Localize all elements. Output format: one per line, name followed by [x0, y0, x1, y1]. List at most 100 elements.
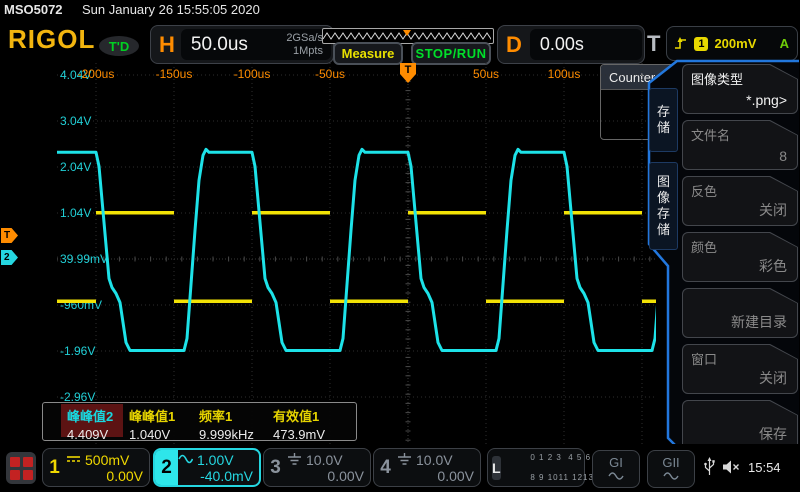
- usb-icon: [704, 457, 715, 477]
- measure-button[interactable]: Measure: [333, 42, 403, 65]
- sine-icon: [608, 469, 624, 482]
- menu-item[interactable]: 反色关闭: [682, 176, 798, 226]
- menu-item[interactable]: 新建目录: [682, 288, 798, 338]
- timebase-value: 50.0us: [181, 34, 286, 56]
- menu-item-value: 关闭: [759, 200, 787, 220]
- oscilloscope-screen: MSO5072 Sun January 26 15:55:05 2020 RIG…: [0, 0, 800, 492]
- menu-item[interactable]: 窗口关闭: [682, 344, 798, 394]
- logic-channels-box[interactable]: L 0 1 2 3 4 5 6 7 8 9 1011 12131415: [487, 448, 585, 487]
- menu-item-label: 文件名: [691, 125, 730, 144]
- measurement-value: 4.409V: [61, 425, 123, 442]
- zigzag-preview-icon: [323, 30, 491, 42]
- trigger-source-badge: 1: [694, 37, 708, 51]
- rigol-logo: RIGOL: [8, 24, 95, 55]
- measurement-cell[interactable]: 有效值1473.9mV: [267, 404, 353, 437]
- measurement-value: 1.040V: [123, 425, 193, 442]
- horizontal-block[interactable]: H 50.0us 2GSa/s 1Mpts: [150, 25, 334, 64]
- trigger-block[interactable]: T 1 200mV A: [645, 25, 798, 62]
- windows-grid-button[interactable]: [6, 452, 36, 484]
- measurement-value: 9.999kHz: [193, 425, 267, 442]
- triggered-badge: T'D: [99, 36, 139, 56]
- menu-item[interactable]: 文件名 8: [682, 120, 798, 170]
- menu-item-value: 8: [779, 148, 787, 164]
- h-label: H: [151, 32, 181, 58]
- menu-item-value: 新建目录: [731, 312, 787, 332]
- menu-item-value: 彩色: [759, 256, 787, 276]
- d-label: D: [498, 32, 530, 58]
- speaker-muted-icon: [723, 460, 740, 474]
- graticule: 4.04V3.04V2.04V1.04V39.99mV-960mV-1.96V-…: [57, 63, 656, 445]
- channel-number: 3: [264, 449, 287, 486]
- channel-scale: 500mV: [85, 452, 129, 468]
- channel-box-2[interactable]: 21.00V-40.0mV: [153, 448, 261, 487]
- channel-scale: 10.0V: [416, 452, 453, 468]
- channel-bar: L 0 1 2 3 4 5 6 7 8 9 1011 12131415 15:5…: [0, 444, 800, 492]
- t-label: T: [645, 31, 666, 57]
- measurement-value: 473.9mV: [267, 425, 353, 442]
- volt-label: 1.04V: [60, 206, 91, 220]
- coupling-ac-icon: [178, 452, 193, 468]
- time-label: 50us: [473, 67, 499, 81]
- menu-item[interactable]: 图像类型*.png>: [682, 64, 798, 114]
- time-label: 100us: [548, 67, 581, 81]
- sample-rate: 2GSa/s: [286, 32, 323, 44]
- measurement-label: 峰峰值1: [123, 406, 193, 425]
- measurement-popup: 峰峰值24.409V峰峰值11.040V频率19.999kHz有效值1473.9…: [42, 402, 357, 441]
- menu-item[interactable]: 保存: [682, 400, 798, 450]
- generator-label: GI: [609, 456, 623, 469]
- coupling-dc-icon: [66, 452, 81, 468]
- volt-label: -1.96V: [60, 344, 95, 358]
- trigger-level-marker[interactable]: T: [1, 228, 18, 243]
- channel-offset: 0.00V: [287, 468, 364, 484]
- volt-label: 39.99mV: [60, 252, 108, 266]
- channel-number: 2: [155, 450, 178, 485]
- memory-depth: 1Mpts: [293, 45, 323, 57]
- channel-box-3[interactable]: 3 10.0V0.00V: [263, 448, 371, 487]
- channel-scale: 10.0V: [306, 452, 343, 468]
- channel-offset: 0.00V: [66, 468, 143, 484]
- menu-tab-image-storage[interactable]: 图像存储: [649, 162, 678, 250]
- menu-item-label: 反色: [691, 181, 717, 200]
- channel-number: 1: [43, 449, 66, 486]
- channel-number: 4: [374, 449, 397, 486]
- channel-box-1[interactable]: 1 500mV0.00V: [42, 448, 150, 487]
- ch1-waveform: [57, 213, 656, 301]
- trigger-level: 200mV: [714, 36, 773, 51]
- generator-1-button[interactable]: GI: [592, 450, 640, 488]
- storage-menu-panel: 存储图像存储图像类型*.png>文件名8反色关闭颜色彩色新建目录窗口关闭保存: [640, 58, 800, 458]
- measurement-cell[interactable]: 峰峰值11.040V: [123, 404, 193, 437]
- delay-value: 0.00s: [530, 34, 584, 55]
- menu-item-label: 图像类型: [691, 69, 743, 88]
- rising-edge-icon: [673, 36, 688, 51]
- volt-label: 3.04V: [60, 114, 91, 128]
- measurement-cell[interactable]: 频率19.999kHz: [193, 404, 267, 437]
- time-label: -200us: [78, 67, 115, 81]
- measurement-label: 频率1: [193, 406, 267, 425]
- status-icons: 15:54: [704, 457, 781, 477]
- stop-run-button[interactable]: STOP/RUN: [411, 42, 491, 65]
- time-label: -150us: [156, 67, 193, 81]
- datetime: Sun January 26 15:55:05 2020: [82, 2, 260, 17]
- delay-block[interactable]: D 0.00s: [497, 25, 645, 64]
- ch2-waveform: [57, 149, 656, 350]
- measurement-cell[interactable]: 峰峰值24.409V: [61, 404, 123, 437]
- waveform-display: 4.04V3.04V2.04V1.04V39.99mV-960mV-1.96V-…: [57, 63, 656, 445]
- ch2-ground-marker[interactable]: 2: [1, 250, 18, 265]
- channel-box-4[interactable]: 410.0V0.00V: [373, 448, 481, 487]
- channel-scale: 1.00V: [197, 452, 234, 468]
- generator-2-button[interactable]: GII: [647, 450, 695, 488]
- menu-tab-storage[interactable]: 存储: [649, 88, 678, 152]
- coupling-gnd-icon: [287, 452, 302, 468]
- menu-item-value: 保存: [759, 424, 787, 444]
- time-label: -50us: [315, 67, 345, 81]
- menu-item-label: 颜色: [691, 237, 717, 256]
- menu-item-value: 关闭: [759, 368, 787, 388]
- generator-label: GII: [662, 456, 679, 469]
- menu-item[interactable]: 颜色彩色: [682, 232, 798, 282]
- time-label: -100us: [234, 67, 271, 81]
- coupling-gnd-icon: [397, 452, 412, 468]
- model-name: MSO5072: [4, 2, 63, 17]
- measurement-label: 峰峰值2: [61, 406, 123, 425]
- sine-icon: [663, 469, 679, 482]
- logic-row1: 0 1 2 3 4 5 6 7: [530, 453, 599, 462]
